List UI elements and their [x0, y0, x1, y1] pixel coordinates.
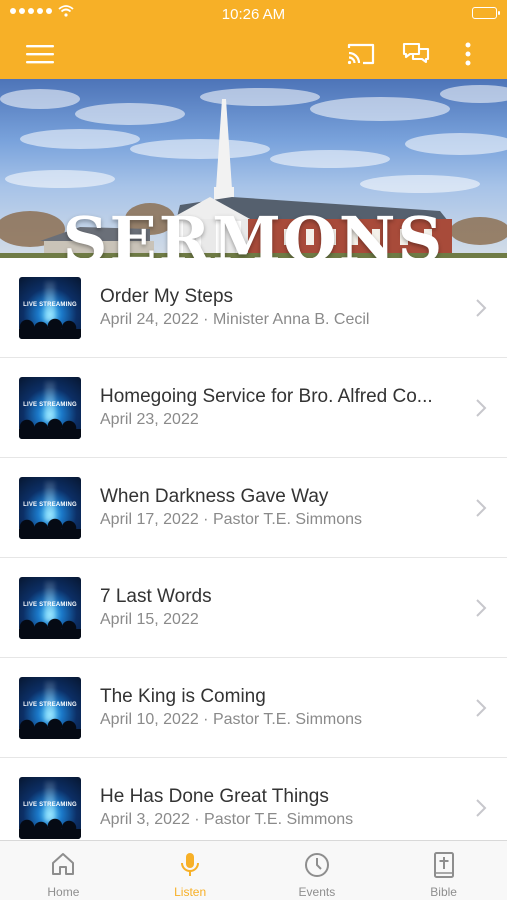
sermon-subtitle: April 17, 2022 · Pastor T.E. Simmons	[100, 511, 363, 528]
sermon-thumbnail: LIVE STREAMING	[19, 377, 81, 439]
sermon-subtitle: April 24, 2022 · Minister Anna B. Cecil	[100, 311, 370, 328]
status-time: 10:26 AM	[221, 6, 286, 23]
thumbnail-label: LIVE STREAMING	[23, 702, 77, 708]
sermon-subtitle: April 10, 2022 · Pastor T.E. Simmons	[100, 711, 363, 728]
thumbnail-label: LIVE STREAMING	[23, 602, 77, 608]
chat-button[interactable]	[398, 28, 434, 79]
sermon-thumbnail: LIVE STREAMING	[19, 677, 81, 739]
cast-button[interactable]	[343, 28, 379, 79]
bottom-tab-bar: Home Listen Events Bible	[0, 840, 507, 900]
sermon-title: He Has Done Great Things	[100, 786, 329, 807]
tab-label: Bible	[430, 885, 457, 899]
sermon-title: When Darkness Gave Way	[100, 486, 329, 507]
microphone-icon	[181, 853, 200, 876]
chevron-right-icon	[476, 299, 487, 317]
clock-icon	[304, 853, 329, 877]
chevron-right-icon	[476, 599, 487, 617]
more-options-button[interactable]	[458, 28, 478, 79]
chevron-right-icon	[476, 699, 487, 717]
menu-button[interactable]	[20, 28, 60, 79]
thumbnail-label: LIVE STREAMING	[23, 302, 77, 308]
tab-bible[interactable]: Bible	[380, 841, 507, 900]
bible-icon	[433, 852, 454, 878]
sermons-banner: SERMONS	[0, 79, 507, 258]
cast-icon	[347, 43, 375, 64]
sermon-subtitle: April 15, 2022	[100, 611, 199, 628]
sermon-subtitle: April 23, 2022	[100, 411, 199, 428]
sermon-title: 7 Last Words	[100, 586, 212, 607]
app-bar	[0, 28, 507, 79]
tab-home[interactable]: Home	[0, 841, 127, 900]
sermon-subtitle: April 3, 2022 · Pastor T.E. Simmons	[100, 811, 354, 828]
tab-label: Home	[47, 885, 80, 899]
sermon-thumbnail: LIVE STREAMING	[19, 577, 81, 639]
tab-events[interactable]: Events	[254, 841, 381, 900]
home-icon	[52, 853, 75, 875]
chevron-right-icon	[476, 499, 487, 517]
battery-icon	[472, 7, 500, 19]
sermon-row[interactable]: LIVE STREAMING The King is Coming April …	[0, 658, 507, 758]
thumbnail-label: LIVE STREAMING	[23, 802, 77, 808]
chevron-right-icon	[476, 399, 487, 417]
chevron-right-icon	[476, 799, 487, 817]
chat-bubbles-icon	[402, 42, 430, 63]
sermon-title: The King is Coming	[100, 686, 266, 707]
sermon-row[interactable]: LIVE STREAMING Order My Steps April 24, …	[0, 258, 507, 358]
tab-label: Listen	[174, 885, 207, 899]
sermon-title: Homegoing Service for Bro. Alfred Co...	[100, 386, 433, 407]
thumbnail-label: LIVE STREAMING	[23, 502, 77, 508]
thumbnail-label: LIVE STREAMING	[23, 402, 77, 408]
status-bar: 10:26 AM	[0, 0, 507, 28]
tab-label: Events	[298, 885, 336, 899]
banner-title: SERMONS	[62, 203, 445, 258]
tab-listen[interactable]: Listen	[127, 841, 254, 900]
sermon-title: Order My Steps	[100, 286, 234, 307]
sermon-thumbnail: LIVE STREAMING	[19, 777, 81, 839]
sermon-thumbnail: LIVE STREAMING	[19, 277, 81, 339]
hamburger-menu-icon	[26, 44, 54, 63]
sermon-row[interactable]: LIVE STREAMING Homegoing Service for Bro…	[0, 358, 507, 458]
sermon-row[interactable]: LIVE STREAMING 7 Last Words April 15, 20…	[0, 558, 507, 658]
sermon-list[interactable]: LIVE STREAMING Order My Steps April 24, …	[0, 258, 507, 858]
sermon-row[interactable]: LIVE STREAMING When Darkness Gave Way Ap…	[0, 458, 507, 558]
more-vertical-icon	[465, 42, 471, 65]
sermon-thumbnail: LIVE STREAMING	[19, 477, 81, 539]
